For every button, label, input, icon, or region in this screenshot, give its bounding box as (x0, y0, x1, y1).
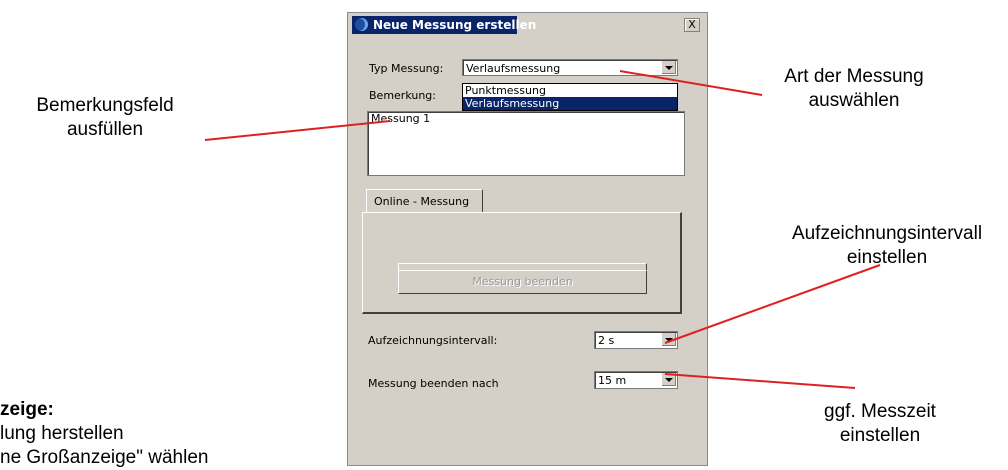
chevron-down-icon[interactable] (661, 333, 676, 346)
annotation-line: lung herstellen (0, 423, 124, 444)
annotation-line: ausfüllen (66, 119, 144, 140)
tab-label: Online - Messung (374, 195, 470, 208)
beenden-nach-select[interactable]: 15 m (594, 371, 678, 389)
typ-messung-label: Typ Messung: (369, 62, 444, 75)
annotation-art-der-messung: Art der Messung auswählen (754, 65, 954, 113)
app-icon (355, 18, 368, 31)
annotation-line: ggf. Messzeit (824, 401, 936, 422)
annotation-line: Art der Messung (784, 66, 924, 87)
annotation-aufzeichnungsintervall: Aufzeichnungsintervall einstellen (766, 222, 1008, 270)
dialog-title: Neue Messung erstellen (373, 18, 537, 32)
option-punktmessung[interactable]: Punktmessung (463, 84, 677, 97)
annotation-messzeit: ggf. Messzeit einstellen (790, 400, 970, 448)
option-verlaufsmessung[interactable]: Verlaufsmessung (463, 97, 677, 110)
tab-online-messung[interactable]: Online - Messung (366, 189, 483, 213)
beenden-nach-label: Messung beenden nach (368, 377, 499, 390)
bemerkung-field[interactable]: Messung 1 (367, 111, 685, 176)
annotation-line: einstellen (846, 247, 928, 268)
annotation-line: auswählen (808, 90, 900, 111)
annotation-line: zeige: (0, 399, 54, 420)
annotation-partial: zeige: lung herstellen ne Großanzeige" w… (0, 398, 300, 470)
chevron-down-icon[interactable] (661, 61, 676, 74)
chevron-down-icon[interactable] (661, 373, 676, 386)
annotation-bemerkungsfeld: Bemerkungsfeld ausfüllen (0, 94, 210, 142)
intervall-value: 2 s (598, 334, 615, 347)
bemerkung-label: Bemerkung: (369, 89, 436, 102)
bemerkung-value: Messung 1 (371, 112, 431, 125)
typ-messung-dropdown: Punktmessung Verlaufsmessung (462, 83, 678, 111)
tab-panel: Messung starten Messung beenden (362, 212, 682, 314)
annotation-line: einstellen (839, 425, 921, 446)
stop-measurement-button[interactable]: Messung beenden (398, 270, 647, 294)
beenden-nach-value: 15 m (598, 374, 627, 387)
intervall-select[interactable]: 2 s (594, 331, 678, 349)
typ-messung-value: Verlaufsmessung (466, 62, 561, 75)
new-measurement-dialog: Neue Messung erstellen X Typ Messung: Ve… (347, 12, 708, 466)
annotation-line: Bemerkungsfeld (36, 95, 174, 116)
typ-messung-select[interactable]: Verlaufsmessung (462, 59, 678, 76)
title-bar: Neue Messung erstellen X (348, 13, 707, 37)
annotation-line: Aufzeichnungsintervall (791, 223, 983, 244)
intervall-label: Aufzeichnungsintervall: (368, 334, 498, 347)
annotation-line: ne Großanzeige" wählen (0, 447, 209, 468)
close-button[interactable]: X (684, 18, 700, 32)
